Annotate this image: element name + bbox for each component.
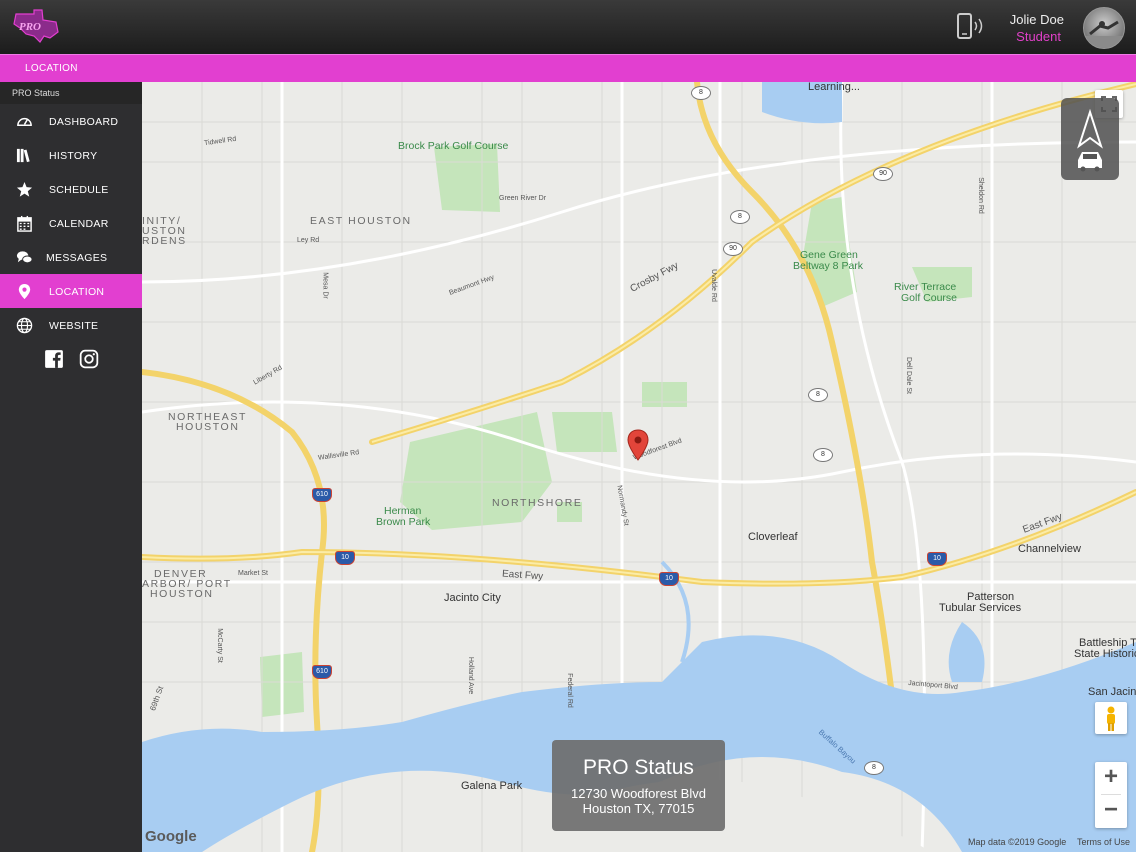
location-marker-icon[interactable]: [627, 429, 649, 461]
street-view-button[interactable]: [1095, 702, 1127, 734]
infobox-title: PRO Status: [583, 756, 694, 779]
sidebar-item-dashboard[interactable]: DASHBOARD: [0, 104, 142, 138]
user-role: Student: [1016, 29, 1061, 44]
sidebar-item-schedule[interactable]: SCHEDULE: [0, 172, 142, 206]
location-bar: LOCATION: [0, 54, 1136, 84]
place-label: Brown Park: [376, 516, 431, 528]
pegman-icon: [1107, 706, 1115, 731]
sidebar-item-calendar[interactable]: CALENDAR: [0, 206, 142, 240]
place-label: Brock Park Golf Course: [398, 140, 509, 152]
map-base: [142, 82, 1136, 852]
map[interactable]: EAST HOUSTON NORTHEAST HOUSTON NORTHSHOR…: [142, 82, 1136, 852]
map-attribution: Map data ©2019 Google: [968, 837, 1067, 847]
sidebar-item-history[interactable]: HISTORY: [0, 138, 142, 172]
navigation-car-icon: [1077, 108, 1103, 172]
highway-shield-icon: 8: [691, 86, 711, 100]
place-label: Tubular Services: [939, 602, 1022, 614]
road-label: Ley Rd: [297, 237, 320, 244]
instagram-icon[interactable]: [79, 349, 99, 369]
user-name: Jolie Doe: [1009, 12, 1064, 27]
highway-shield-icon: 10: [659, 572, 679, 586]
infobox-address-line1: 12730 Woodforest Blvd: [571, 786, 706, 801]
avatar-figure-icon: [1084, 20, 1124, 48]
road-label: Green River Dr: [499, 195, 547, 202]
area-label: RDENS: [142, 235, 187, 247]
highway-shield-icon: 8: [864, 761, 884, 775]
road-label: Federal Rd: [565, 673, 573, 708]
sidebar-item-label: SCHEDULE: [49, 184, 109, 196]
svg-text:PRO: PRO: [19, 21, 41, 33]
road-label: Holland Ave: [467, 656, 475, 695]
logo-icon[interactable]: PRO: [10, 6, 62, 46]
sidebar-item-label: DASHBOARD: [49, 116, 119, 128]
zoom-in-button[interactable]: +: [1095, 762, 1127, 794]
highway-shield-icon: 10: [927, 552, 947, 566]
area-label: HOUSTON: [176, 421, 240, 433]
sidebar-item-messages[interactable]: MESSAGES: [0, 240, 142, 274]
chat-icon: [16, 251, 33, 264]
area-label: NORTHSHORE: [492, 497, 583, 509]
sidebar-item-label: MESSAGES: [46, 252, 108, 264]
navigation-widget[interactable]: [1061, 98, 1119, 180]
highway-shield-icon: 610: [312, 665, 332, 679]
highway-shield-icon: 90: [723, 242, 743, 256]
highway-shield-icon: 10: [335, 551, 355, 565]
books-icon: [16, 148, 30, 163]
place-label: Channelview: [1018, 543, 1081, 555]
highway-shield-icon: 8: [730, 210, 750, 224]
google-logo[interactable]: Google: [145, 828, 197, 845]
highway-shield-icon: 8: [813, 448, 833, 462]
sidebar-item-website[interactable]: WEBSITE: [0, 308, 142, 342]
place-label: Galena Park: [461, 780, 523, 792]
place-label: Jacinto City: [444, 592, 501, 604]
top-bar: PRO Jolie Doe Student: [0, 0, 1136, 54]
road-label: Sheldon Rd: [976, 177, 984, 214]
location-infobox[interactable]: PRO Status 12730 Woodforest Blvd Houston…: [552, 740, 725, 831]
infobox-address-line2: Houston TX, 77015: [582, 801, 695, 816]
road-label: Market St: [238, 570, 268, 577]
area-label: HOUSTON: [150, 588, 214, 600]
sidebar-item-label: CALENDAR: [49, 218, 109, 230]
road-label: Uvalde Rd: [709, 269, 717, 302]
dashboard-icon: [17, 117, 32, 127]
road-label: Dell Dale St: [904, 357, 912, 394]
zoom-control: + −: [1095, 762, 1127, 828]
place-label: Learning...: [808, 82, 860, 93]
road-label: Mesa Dr: [321, 272, 329, 299]
sidebar: PRO Status DASHBOARD HISTORY SCHEDULE CA…: [0, 82, 142, 852]
place-label: San Jacinto: [1088, 686, 1136, 698]
area-label: EAST HOUSTON: [310, 215, 412, 227]
road-label: McCarty St: [215, 628, 223, 663]
calendar-icon: [17, 215, 32, 232]
sidebar-item-label: WEBSITE: [49, 320, 99, 332]
star-icon: [16, 181, 33, 197]
sidebar-section-title: PRO Status: [0, 82, 142, 104]
place-label: Beltway 8 Park: [793, 260, 864, 272]
globe-icon: [16, 317, 33, 334]
sidebar-item-label: HISTORY: [49, 150, 98, 162]
zoom-out-button[interactable]: −: [1095, 795, 1127, 827]
facebook-icon[interactable]: [44, 349, 64, 369]
page-title: LOCATION: [25, 63, 78, 74]
place-label: Cloverleaf: [748, 531, 798, 543]
place-label: Golf Course: [901, 292, 958, 304]
place-label: State Historic: [1074, 648, 1136, 660]
highway-shield-icon: 8: [808, 388, 828, 402]
sidebar-item-location[interactable]: LOCATION: [0, 274, 142, 308]
avatar[interactable]: [1083, 7, 1125, 49]
sidebar-item-label: LOCATION: [49, 286, 105, 298]
highway-shield-icon: 90: [873, 167, 893, 181]
terms-link[interactable]: Terms of Use: [1077, 837, 1130, 847]
highway-shield-icon: 610: [312, 488, 332, 502]
pin-icon: [18, 283, 31, 300]
phone-signal-icon[interactable]: [955, 12, 989, 42]
